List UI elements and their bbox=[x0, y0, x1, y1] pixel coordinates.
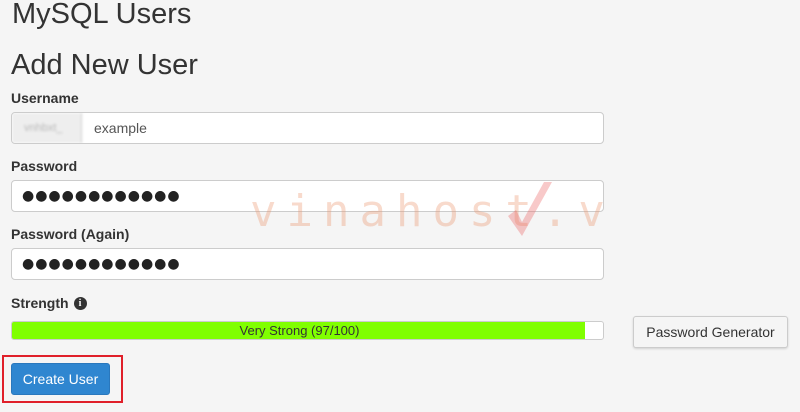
create-user-button[interactable]: Create User bbox=[11, 363, 110, 395]
strength-meter: Very Strong (97/100) bbox=[11, 321, 604, 340]
username-label: Username bbox=[11, 90, 79, 106]
mysql-users-page: MySQL Users Add New User Username vnhbxt… bbox=[0, 0, 800, 412]
password-label: Password bbox=[11, 158, 78, 174]
password-again-input[interactable]: ●●●●●●●●●●●● bbox=[12, 249, 603, 279]
username-input[interactable]: example bbox=[82, 113, 603, 143]
password-input[interactable]: ●●●●●●●●●●●● bbox=[12, 181, 603, 211]
password-field-group: ●●●●●●●●●●●● bbox=[11, 180, 604, 212]
password-again-field-group: ●●●●●●●●●●●● bbox=[11, 248, 604, 280]
info-icon[interactable]: i bbox=[73, 296, 87, 310]
username-prefix: vnhbxt_ bbox=[12, 113, 82, 143]
strength-meter-text: Very Strong (97/100) bbox=[239, 323, 360, 338]
password-generator-button[interactable]: Password Generator bbox=[633, 316, 788, 348]
strength-label: Strength bbox=[11, 295, 69, 311]
page-title: MySQL Users bbox=[12, 0, 192, 30]
password-again-label: Password (Again) bbox=[11, 226, 130, 242]
add-user-heading: Add New User bbox=[11, 49, 198, 81]
strength-label-row: Strength i bbox=[11, 295, 87, 311]
username-field-group: vnhbxt_ example bbox=[11, 112, 604, 144]
